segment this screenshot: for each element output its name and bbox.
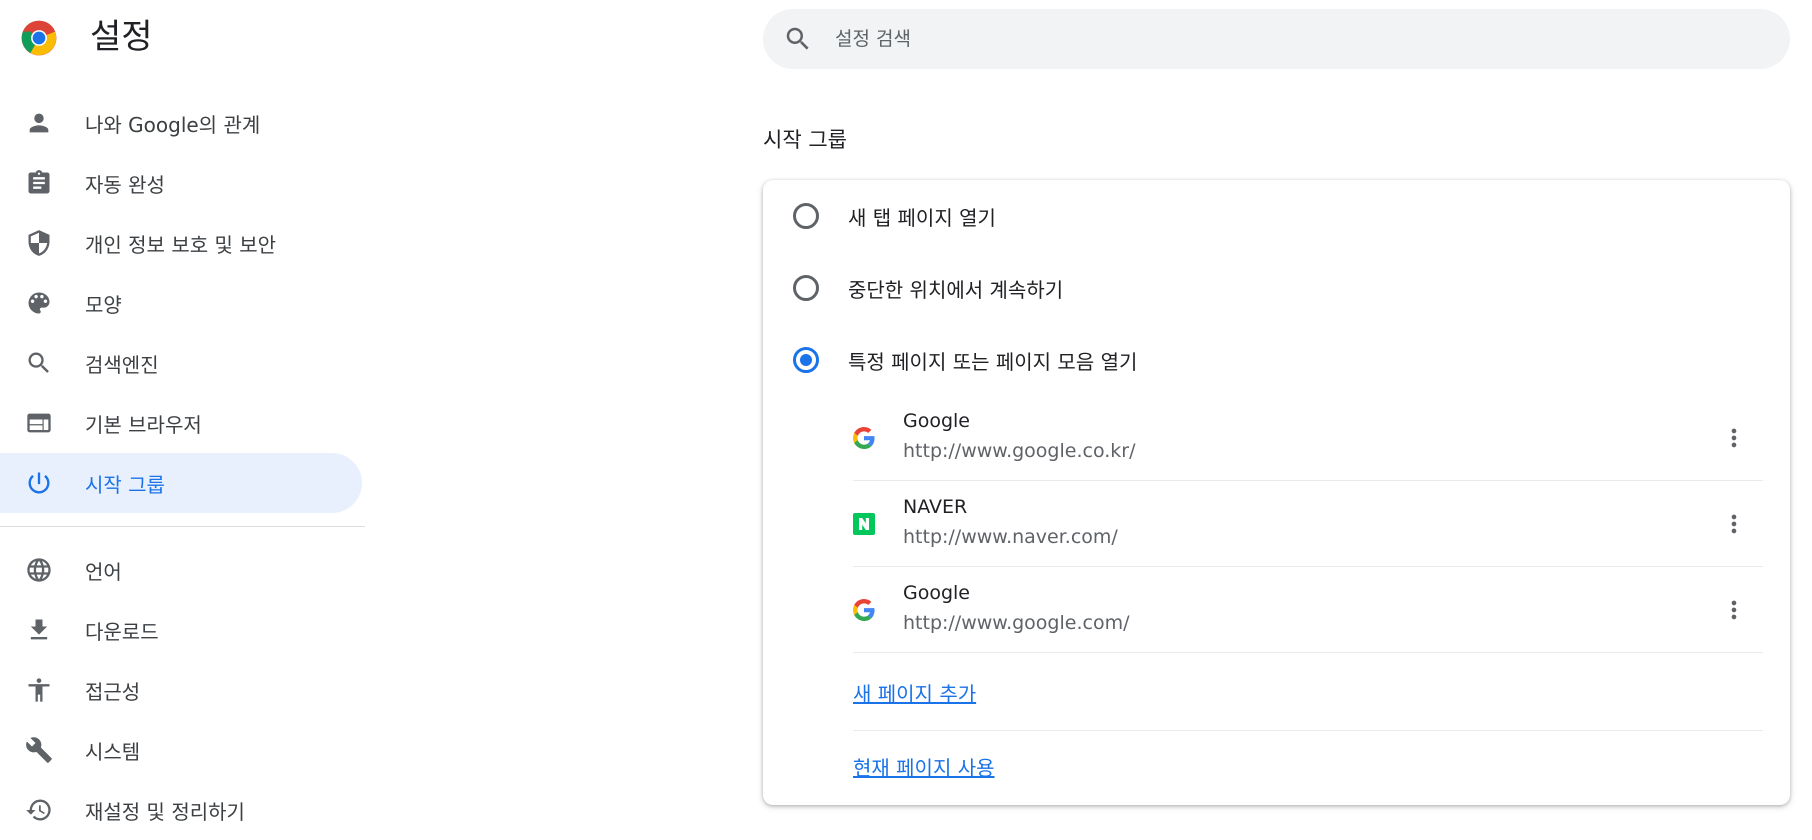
more-options-button[interactable] [1719, 509, 1749, 539]
sidebar-item-label: 모양 [85, 292, 122, 317]
more-vert-icon [1731, 514, 1737, 534]
sidebar-item-reset[interactable]: 재설정 및 정리하기 [0, 780, 362, 840]
more-options-button[interactable] [1719, 423, 1749, 453]
page-name: Google [903, 582, 971, 604]
list-item: Google http://www.google.co.kr/ [853, 395, 1763, 481]
sidebar-item-label: 접근성 [85, 679, 141, 704]
sidebar-item-label: 시작 그룹 [85, 472, 165, 497]
sidebar-item-label: 기본 브라우저 [85, 412, 202, 437]
history-icon [25, 796, 53, 824]
radio-option-continue[interactable]: 중단한 위치에서 계속하기 [763, 258, 1790, 318]
wrench-icon [25, 736, 53, 764]
radio-button[interactable] [793, 203, 819, 229]
use-current-pages-link[interactable]: 현재 페이지 사용 [853, 752, 995, 781]
google-favicon-icon [853, 599, 875, 621]
startup-page-list: Google http://www.google.co.kr/ NAVER ht… [853, 395, 1763, 653]
settings-search-bar[interactable] [763, 9, 1790, 69]
list-item: NAVER http://www.naver.com/ [853, 481, 1763, 567]
sidebar-item-autofill[interactable]: 자동 완성 [0, 153, 362, 213]
radio-option-new-tab[interactable]: 새 탭 페이지 열기 [763, 186, 1790, 246]
sidebar-item-default-browser[interactable]: 기본 브라우저 [0, 393, 362, 453]
radio-label: 특정 페이지 또는 페이지 모음 열기 [848, 349, 1138, 374]
more-options-button[interactable] [1719, 595, 1749, 625]
page-name: Google [903, 410, 971, 432]
sidebar-item-label: 다운로드 [85, 619, 159, 644]
power-icon [25, 469, 53, 497]
sidebar-item-system[interactable]: 시스템 [0, 720, 362, 780]
clipboard-icon [25, 169, 53, 197]
sidebar-item-appearance[interactable]: 모양 [0, 273, 362, 333]
sidebar-item-privacy[interactable]: 개인 정보 보호 및 보안 [0, 213, 362, 273]
radio-label: 중단한 위치에서 계속하기 [848, 277, 1064, 302]
sidebar-item-label: 나와 Google의 관계 [85, 112, 261, 137]
sidebar-item-on-startup[interactable]: 시작 그룹 [0, 453, 362, 513]
page-url: http://www.google.co.kr/ [903, 440, 1136, 462]
radio-label: 새 탭 페이지 열기 [848, 205, 996, 230]
list-item: Google http://www.google.com/ [853, 567, 1763, 653]
sidebar-item-languages[interactable]: 언어 [0, 540, 362, 600]
browser-icon [25, 409, 53, 437]
sidebar-item-label: 재설정 및 정리하기 [85, 799, 245, 824]
accessibility-icon [25, 676, 53, 704]
radio-button[interactable] [793, 275, 819, 301]
search-icon [25, 349, 53, 377]
sidebar-divider [0, 526, 365, 527]
page-url: http://www.naver.com/ [903, 526, 1118, 548]
person-icon [25, 109, 53, 137]
section-title: 시작 그룹 [763, 128, 847, 152]
google-favicon-icon [853, 427, 875, 449]
more-vert-icon [1731, 600, 1737, 620]
more-vert-icon [1731, 428, 1737, 448]
page-name: NAVER [903, 496, 968, 518]
sidebar-item-downloads[interactable]: 다운로드 [0, 600, 362, 660]
search-icon [783, 24, 813, 54]
divider [853, 730, 1763, 731]
globe-icon [25, 556, 53, 584]
radio-option-specific-pages[interactable]: 특정 페이지 또는 페이지 모음 열기 [763, 330, 1790, 390]
add-new-page-link[interactable]: 새 페이지 추가 [853, 678, 976, 707]
chrome-logo-icon [20, 19, 58, 57]
naver-favicon-icon [853, 513, 875, 535]
download-icon [25, 616, 53, 644]
page-url: http://www.google.com/ [903, 612, 1130, 634]
sidebar-item-you-and-google[interactable]: 나와 Google의 관계 [0, 93, 362, 153]
page-title: 설정 [90, 17, 153, 57]
sidebar-item-label: 자동 완성 [85, 172, 165, 197]
sidebar-item-label: 검색엔진 [85, 352, 159, 377]
settings-header: 설정 [0, 0, 360, 80]
sidebar-item-label: 언어 [85, 559, 122, 584]
radio-button-checked[interactable] [793, 347, 819, 373]
shield-icon [25, 229, 53, 257]
palette-icon [25, 289, 53, 317]
sidebar-item-label: 개인 정보 보호 및 보안 [85, 232, 277, 257]
sidebar: 나와 Google의 관계 자동 완성 개인 정보 보호 및 보안 모양 검색엔… [0, 93, 365, 840]
sidebar-item-accessibility[interactable]: 접근성 [0, 660, 362, 720]
startup-settings-card: 새 탭 페이지 열기 중단한 위치에서 계속하기 특정 페이지 또는 페이지 모… [763, 180, 1790, 805]
sidebar-item-search-engine[interactable]: 검색엔진 [0, 333, 362, 393]
sidebar-item-label: 시스템 [85, 739, 141, 764]
search-input[interactable] [833, 9, 1763, 69]
